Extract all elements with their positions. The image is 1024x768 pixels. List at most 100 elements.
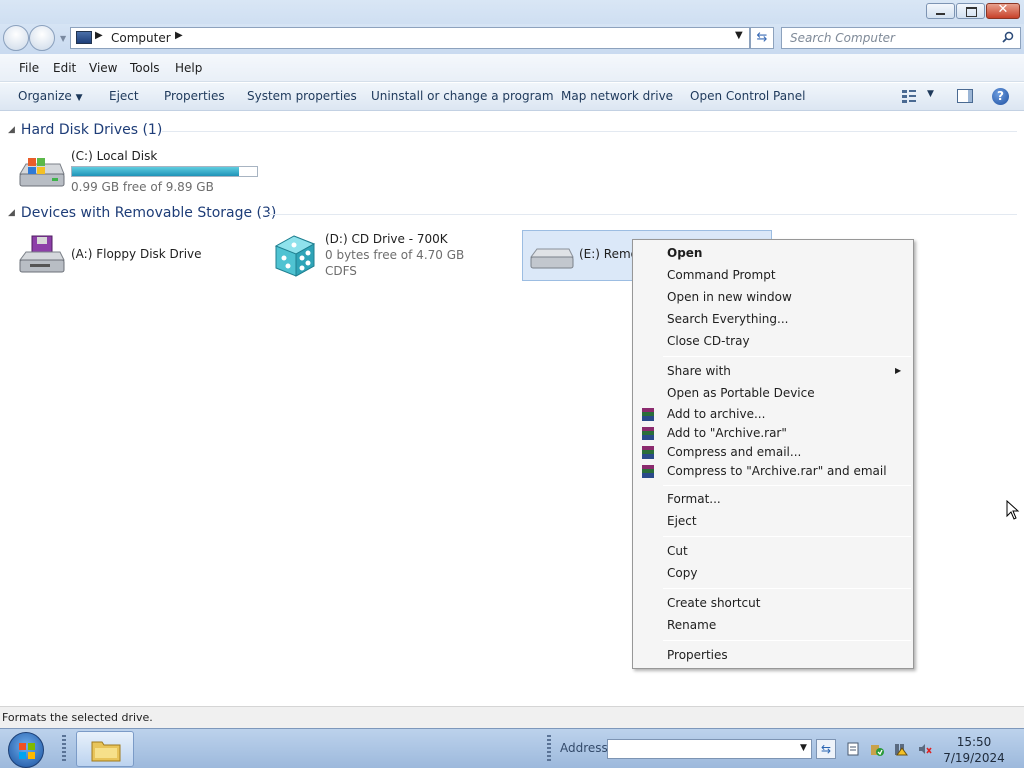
system-properties-button[interactable]: System properties (247, 89, 357, 103)
menu-separator (663, 536, 911, 537)
search-input[interactable]: Search Computer (790, 31, 895, 45)
menu-item-open[interactable]: Open (667, 246, 702, 260)
title-bar: ✕ (0, 0, 1024, 24)
drive-name: (A:) Floppy Disk Drive (71, 247, 202, 261)
taskbar-grip[interactable] (547, 735, 551, 763)
uninstall-program-button[interactable]: Uninstall or change a program (371, 89, 554, 103)
menu-item-compress-email[interactable]: Compress and email... (667, 445, 801, 459)
open-control-panel-button[interactable]: Open Control Panel (690, 89, 805, 103)
taskbar: Address ▼ ⇆ 15:50 7/19/2024 (0, 728, 1024, 768)
group-title: Devices with Removable Storage (3) (20, 205, 277, 221)
menu-edit[interactable]: Edit (53, 61, 76, 75)
menu-item-command-prompt[interactable]: Command Prompt (667, 268, 776, 282)
group-title: Hard Disk Drives (1) (20, 122, 163, 138)
menu-file[interactable]: File (19, 61, 39, 75)
taskbar-go-button[interactable]: ⇆ (816, 739, 836, 759)
drive-free-space: 0 bytes free of 4.70 GB (325, 248, 465, 262)
group-header-removable[interactable]: ◢ Devices with Removable Storage (3) (8, 205, 276, 221)
taskbar-address-input[interactable]: ▼ (607, 739, 812, 759)
address-bar[interactable]: ▶ Computer ▶ ▼ (70, 27, 750, 49)
map-network-drive-button[interactable]: Map network drive (561, 89, 673, 103)
group-header-hard-disks[interactable]: ◢ Hard Disk Drives (1) (8, 122, 162, 138)
network-warning-tray-icon[interactable] (894, 742, 908, 756)
close-icon: ✕ (997, 2, 1009, 17)
menu-item-format[interactable]: Format... (667, 492, 721, 506)
refresh-button[interactable]: ⇆ (750, 27, 774, 49)
taskbar-grip[interactable] (62, 735, 66, 763)
preview-pane-icon[interactable] (957, 89, 973, 103)
winrar-icon (642, 465, 654, 478)
menu-item-close-cd-tray[interactable]: Close CD-tray (667, 334, 750, 348)
restore-button[interactable] (956, 3, 985, 19)
context-menu: Open Command Prompt Open in new window S… (632, 239, 914, 669)
status-bar: Formats the selected drive. (0, 706, 1024, 728)
organize-button[interactable]: Organize ▼ (18, 89, 83, 103)
breadcrumb-arrow-icon[interactable]: ▶ (95, 30, 103, 41)
menu-view[interactable]: View (89, 61, 117, 75)
computer-icon (76, 31, 92, 44)
drive-d[interactable]: (D:) CD Drive - 700K 0 bytes free of 4.7… (268, 230, 488, 280)
close-button[interactable]: ✕ (986, 2, 1020, 19)
cd-drive-dice-icon (274, 235, 316, 277)
start-button[interactable] (8, 732, 44, 768)
drive-name: (C:) Local Disk (71, 149, 158, 163)
back-button[interactable] (3, 25, 29, 51)
folder-icon (91, 741, 121, 762)
winrar-icon (642, 427, 654, 440)
menu-item-add-to-archive[interactable]: Add to archive... (667, 407, 765, 421)
minimize-button[interactable] (926, 3, 955, 19)
explorer-window: ✕ ▼ ▶ Computer ▶ ▼ ⇆ Search Computer Fil… (0, 0, 1024, 728)
clock-date[interactable]: 7/19/2024 (938, 751, 1010, 765)
menu-item-add-to-archive-rar[interactable]: Add to "Archive.rar" (667, 426, 787, 440)
breadcrumb-arrow-icon[interactable]: ▶ (175, 30, 183, 41)
organize-label: Organize (18, 89, 72, 103)
drive-a[interactable]: (A:) Floppy Disk Drive (14, 232, 214, 278)
windows-logo-icon (19, 743, 35, 759)
menu-item-compress-rar-email[interactable]: Compress to "Archive.rar" and email (667, 464, 887, 478)
menu-item-cut[interactable]: Cut (667, 544, 688, 558)
submenu-arrow-icon: ▶ (895, 366, 902, 375)
menu-item-create-shortcut[interactable]: Create shortcut (667, 596, 760, 610)
menu-item-rename[interactable]: Rename (667, 618, 716, 632)
drive-free-space: 0.99 GB free of 9.89 GB (71, 180, 214, 194)
menu-separator (663, 640, 911, 641)
properties-button[interactable]: Properties (164, 89, 225, 103)
volume-muted-tray-icon[interactable] (918, 742, 932, 756)
document-tray-icon[interactable] (846, 742, 860, 756)
menu-tools[interactable]: Tools (130, 61, 160, 75)
group-divider (268, 214, 1017, 215)
menu-item-search-everything[interactable]: Search Everything... (667, 312, 788, 326)
group-divider (162, 131, 1017, 132)
collapse-triangle-icon: ◢ (8, 208, 15, 218)
winrar-icon (642, 446, 654, 459)
menu-item-share-with[interactable]: Share with (667, 364, 731, 378)
search-box[interactable]: Search Computer (781, 27, 1021, 49)
change-view-icon[interactable] (902, 89, 916, 103)
menu-separator (663, 485, 911, 486)
drive-usage-fill (72, 167, 239, 176)
taskbar-explorer-button[interactable] (76, 731, 134, 767)
menu-item-open-new-window[interactable]: Open in new window (667, 290, 792, 304)
clock-time[interactable]: 15:50 (946, 735, 1002, 749)
menu-item-copy[interactable]: Copy (667, 566, 697, 580)
chevron-down-icon: ▼ (75, 93, 83, 103)
drive-filesystem: CDFS (325, 264, 357, 278)
menu-item-open-portable-device[interactable]: Open as Portable Device (667, 386, 815, 400)
drive-name: (D:) CD Drive - 700K (325, 232, 448, 246)
menu-item-properties[interactable]: Properties (667, 648, 728, 662)
help-icon[interactable]: ? (992, 88, 1009, 105)
forward-button[interactable] (29, 25, 55, 51)
security-check-tray-icon[interactable] (870, 742, 884, 756)
breadcrumb-computer[interactable]: Computer (111, 31, 171, 45)
menu-help[interactable]: Help (175, 61, 202, 75)
search-icon[interactable] (1002, 31, 1014, 43)
view-options-dropdown-icon[interactable]: ▼ (927, 89, 934, 99)
address-dropdown-icon[interactable]: ▼ (735, 30, 743, 41)
winrar-icon (642, 408, 654, 421)
recent-pages-dropdown[interactable]: ▼ (60, 34, 66, 43)
menu-item-eject[interactable]: Eject (667, 514, 697, 528)
removable-disk-icon (530, 248, 574, 269)
eject-button[interactable]: Eject (109, 89, 139, 103)
chevron-down-icon[interactable]: ▼ (800, 743, 807, 753)
taskbar-address-label: Address (560, 741, 608, 755)
